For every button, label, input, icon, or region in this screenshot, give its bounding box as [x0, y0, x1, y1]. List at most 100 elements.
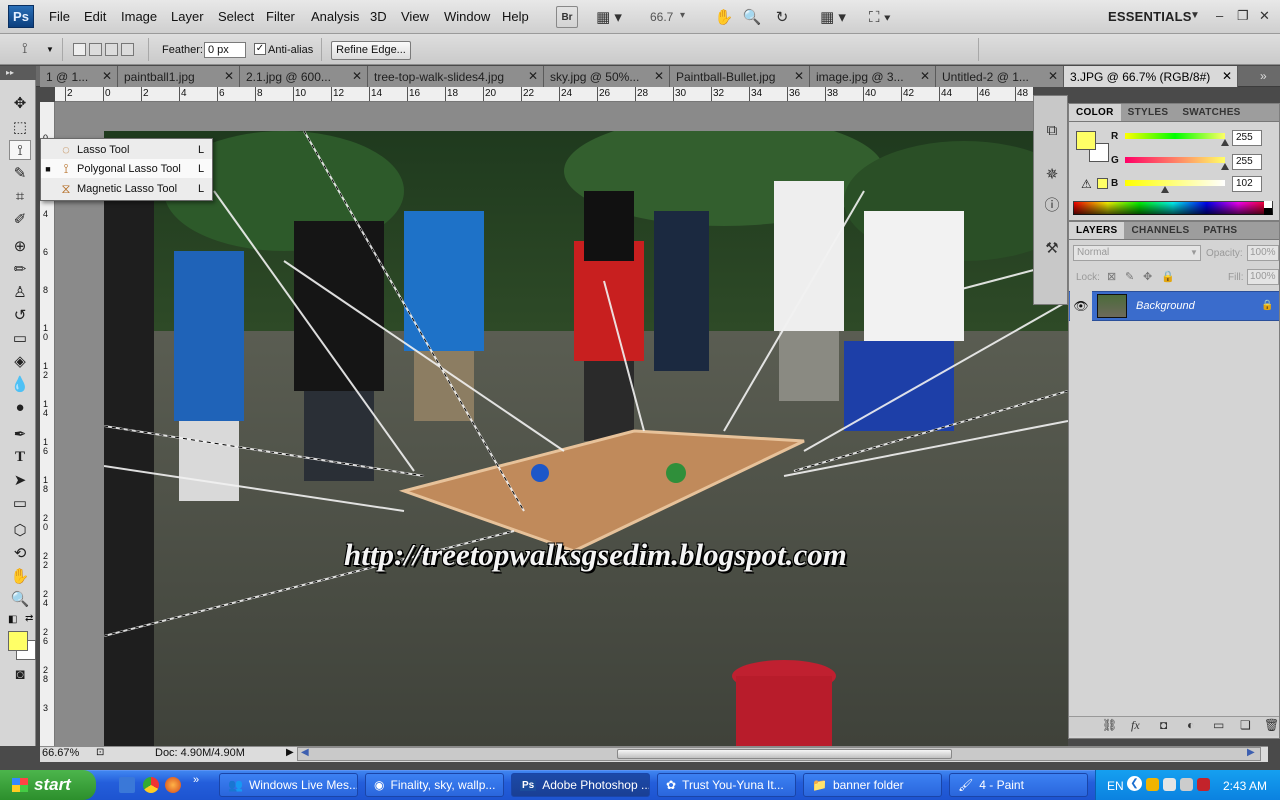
document-tab[interactable]: 2.1.jpg @ 600... ✕: [240, 66, 368, 87]
navigator-panel-icon[interactable]: ✵: [1042, 164, 1062, 184]
chrome-icon[interactable]: [143, 777, 159, 793]
close-icon[interactable]: ✕: [102, 69, 112, 83]
document-tab[interactable]: paintball1.jpg ✕: [118, 66, 240, 87]
lock-pixels-icon[interactable]: ✎: [1125, 270, 1134, 283]
close-icon[interactable]: ✕: [1222, 69, 1232, 83]
taskbar-button[interactable]: ◉ Finality, sky, wallp...: [365, 773, 504, 797]
taskbar-button[interactable]: 👥 Windows Live Mes...: [219, 773, 358, 797]
3d-rotate-tool-icon[interactable]: ⬡: [9, 520, 31, 540]
taskbar-button[interactable]: 🖌 4 - Paint: [949, 773, 1088, 797]
firefox-icon[interactable]: [165, 777, 181, 793]
menu-image[interactable]: Image: [121, 9, 157, 24]
menu-window[interactable]: Window: [444, 9, 490, 24]
menu-3d[interactable]: 3D: [370, 9, 387, 24]
history-brush-tool-icon[interactable]: ↺: [9, 305, 31, 325]
minimize-icon[interactable]: –: [1216, 8, 1223, 23]
workspace-dropdown-icon[interactable]: ▼: [1190, 10, 1200, 21]
zoom-level[interactable]: 66.7: [650, 10, 673, 24]
blue-slider[interactable]: [1125, 180, 1225, 186]
tab-channels[interactable]: CHANNELS: [1124, 222, 1196, 239]
tool-presets-panel-icon[interactable]: ⚒: [1042, 238, 1062, 258]
blue-slider-thumb[interactable]: [1161, 186, 1169, 193]
menu-analysis[interactable]: Analysis: [311, 9, 359, 24]
preset-dropdown-icon[interactable]: ▼: [46, 45, 54, 54]
layer-name[interactable]: Background: [1136, 300, 1195, 312]
move-tool-icon[interactable]: ✥: [9, 93, 31, 113]
default-colors-icon[interactable]: ◧: [8, 614, 17, 625]
spectrum-black-swatch[interactable]: [1264, 208, 1272, 215]
status-menu-icon[interactable]: ⊡: [96, 747, 104, 758]
polygonal-lasso-tool-icon[interactable]: ⟟: [9, 140, 31, 160]
pen-tool-icon[interactable]: ✒: [9, 424, 31, 444]
lock-all-icon[interactable]: 🔒: [1161, 270, 1175, 283]
scrollbar-thumb[interactable]: [617, 749, 952, 759]
polygonal-lasso-preset-icon[interactable]: ⟟: [22, 40, 28, 57]
red-slider-thumb[interactable]: [1221, 139, 1229, 146]
feather-input[interactable]: 0 px: [204, 42, 246, 58]
red-slider[interactable]: [1125, 133, 1225, 139]
zoom-dropdown-icon[interactable]: ▾: [680, 10, 685, 21]
taskbar-button-active[interactable]: Ps Adobe Photoshop ...: [511, 773, 650, 797]
close-icon[interactable]: ✕: [528, 69, 538, 83]
anti-alias-checkbox[interactable]: ✓: [254, 43, 266, 55]
foreground-color-swatch[interactable]: [8, 631, 28, 651]
menu-filter[interactable]: Filter: [266, 9, 295, 24]
green-slider-thumb[interactable]: [1221, 163, 1229, 170]
zoom-field[interactable]: 66.67%: [42, 747, 92, 761]
restore-icon[interactable]: ❐: [1237, 8, 1249, 24]
link-layers-icon[interactable]: ⛓: [1102, 718, 1117, 732]
history-panel-icon[interactable]: ⧉: [1042, 120, 1062, 140]
bridge-button[interactable]: Br: [556, 6, 578, 28]
gamut-swatch[interactable]: [1097, 178, 1108, 189]
refine-edge-button[interactable]: Refine Edge...: [331, 41, 411, 60]
tab-paths[interactable]: PATHS: [1196, 222, 1244, 239]
document-tab[interactable]: Paintball-Bullet.jpg ✕: [670, 66, 810, 87]
crop-tool-icon[interactable]: ⌗: [9, 186, 31, 206]
lock-position-icon[interactable]: ✥: [1143, 270, 1152, 283]
add-to-selection-icon[interactable]: [89, 43, 102, 56]
close-icon[interactable]: ✕: [1048, 69, 1058, 83]
dodge-tool-icon[interactable]: ●: [9, 397, 31, 417]
tab-styles[interactable]: STYLES: [1121, 104, 1176, 121]
flyout-lasso-tool[interactable]: ◌ Lasso Tool L: [41, 140, 212, 159]
tab-swatches[interactable]: SWATCHES: [1175, 104, 1247, 121]
scroll-right-icon[interactable]: ▶: [1247, 747, 1255, 758]
arrange-documents-button[interactable]: ▦ ▾: [815, 6, 851, 28]
foreground-color-swatch[interactable]: [1076, 131, 1096, 150]
zoom-icon[interactable]: 🔍: [741, 6, 763, 28]
language-indicator[interactable]: EN: [1107, 779, 1124, 793]
flyout-magnetic-lasso-tool[interactable]: ⧖ Magnetic Lasso Tool L: [41, 179, 212, 198]
delete-layer-icon[interactable]: 🗑: [1264, 718, 1279, 732]
hand-tool-icon[interactable]: ✋: [9, 566, 31, 586]
eye-icon[interactable]: 👁: [1070, 291, 1092, 321]
document-tab[interactable]: image.jpg @ 3... ✕: [810, 66, 936, 87]
document-tab[interactable]: sky.jpg @ 50%... ✕: [544, 66, 670, 87]
minibridge-button[interactable]: ▦ ▾: [592, 6, 626, 28]
eyedropper-tool-icon[interactable]: ✐: [9, 209, 31, 229]
tabs-overflow-icon[interactable]: »: [1260, 69, 1267, 83]
subtract-from-selection-icon[interactable]: [105, 43, 118, 56]
rectangle-tool-icon[interactable]: ▭: [9, 493, 31, 513]
clone-stamp-tool-icon[interactable]: ♙: [9, 282, 31, 302]
status-arrow-icon[interactable]: ▶: [286, 747, 294, 758]
lock-transparent-icon[interactable]: ⊠: [1107, 270, 1116, 283]
fill-input[interactable]: 100%: [1247, 269, 1279, 285]
new-group-icon[interactable]: ▭: [1213, 718, 1224, 732]
layer-style-icon[interactable]: fx: [1131, 718, 1140, 733]
brush-tool-icon[interactable]: ✏: [9, 259, 31, 279]
taskbar-button[interactable]: 📁 banner folder: [803, 773, 942, 797]
opacity-input[interactable]: 100%: [1247, 245, 1279, 261]
security-icon[interactable]: [1197, 778, 1210, 791]
tray-expand-icon[interactable]: ❮: [1127, 776, 1142, 791]
start-button[interactable]: start: [0, 770, 96, 800]
tray-app-icon[interactable]: [1146, 778, 1159, 791]
menu-help[interactable]: Help: [502, 9, 529, 24]
rotate-view-icon[interactable]: ↻: [771, 6, 793, 28]
document-tab[interactable]: tree-top-walk-slides4.jpg ✕: [368, 66, 544, 87]
menu-layer[interactable]: Layer: [171, 9, 204, 24]
close-icon[interactable]: ✕: [794, 69, 804, 83]
quick-selection-tool-icon[interactable]: ✎: [9, 163, 31, 183]
screen-mode-button[interactable]: ⛶ ▾: [862, 6, 898, 28]
intersect-selection-icon[interactable]: [121, 43, 134, 56]
warning-icon[interactable]: ⚠: [1081, 177, 1092, 191]
